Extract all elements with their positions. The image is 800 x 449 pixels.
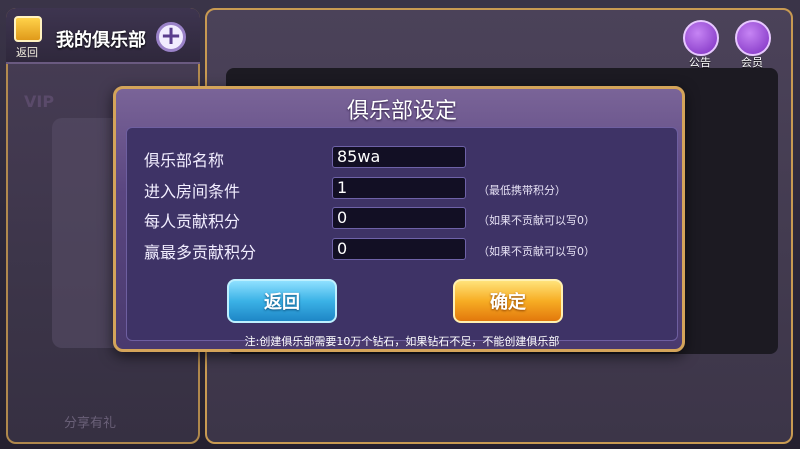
per-person-contribution-hint: （如果不贡献可以写0）	[478, 214, 595, 227]
winner-contribution-label: 赢最多贡献积分	[144, 243, 257, 262]
confirm-button[interactable]: 确定	[453, 279, 563, 323]
notice-icon[interactable]	[683, 20, 719, 56]
member-label[interactable]: 会员	[741, 54, 763, 70]
winner-contribution-hint: （如果不贡献可以写0）	[478, 245, 595, 258]
dialog-title: 俱乐部设定	[346, 99, 457, 124]
back-icon[interactable]	[14, 16, 42, 42]
per-person-contribution-label: 每人贡献积分	[144, 212, 241, 231]
diamond-note: 注:创建俱乐部需要10万个钻石，如果钻石不足，不能创建俱乐部	[244, 335, 560, 348]
vip-badge: VIP	[24, 92, 55, 111]
add-club-button[interactable]: +	[156, 22, 186, 52]
winner-contribution-field[interactable]: 0	[332, 238, 466, 260]
entry-condition-label: 进入房间条件	[144, 182, 241, 201]
club-name-label: 俱乐部名称	[144, 151, 225, 170]
per-person-contribution-field[interactable]: 0	[332, 207, 466, 229]
back-button[interactable]: 返回	[227, 279, 337, 323]
notice-label[interactable]: 公告	[689, 54, 711, 70]
club-name-field[interactable]: 85wa	[332, 146, 466, 168]
share-reward-label[interactable]: 分享有礼	[64, 412, 116, 431]
club-settings-dialog: 俱乐部设定 俱乐部名称 85wa 进入房间条件 1 （最低携带积分） 每人贡献积…	[113, 86, 685, 352]
entry-condition-hint: （最低携带积分）	[478, 184, 566, 197]
entry-condition-field[interactable]: 1	[332, 177, 466, 199]
page-title: 我的俱乐部	[56, 30, 146, 51]
member-icon[interactable]	[735, 20, 771, 56]
back-label[interactable]: 返回	[16, 44, 38, 60]
